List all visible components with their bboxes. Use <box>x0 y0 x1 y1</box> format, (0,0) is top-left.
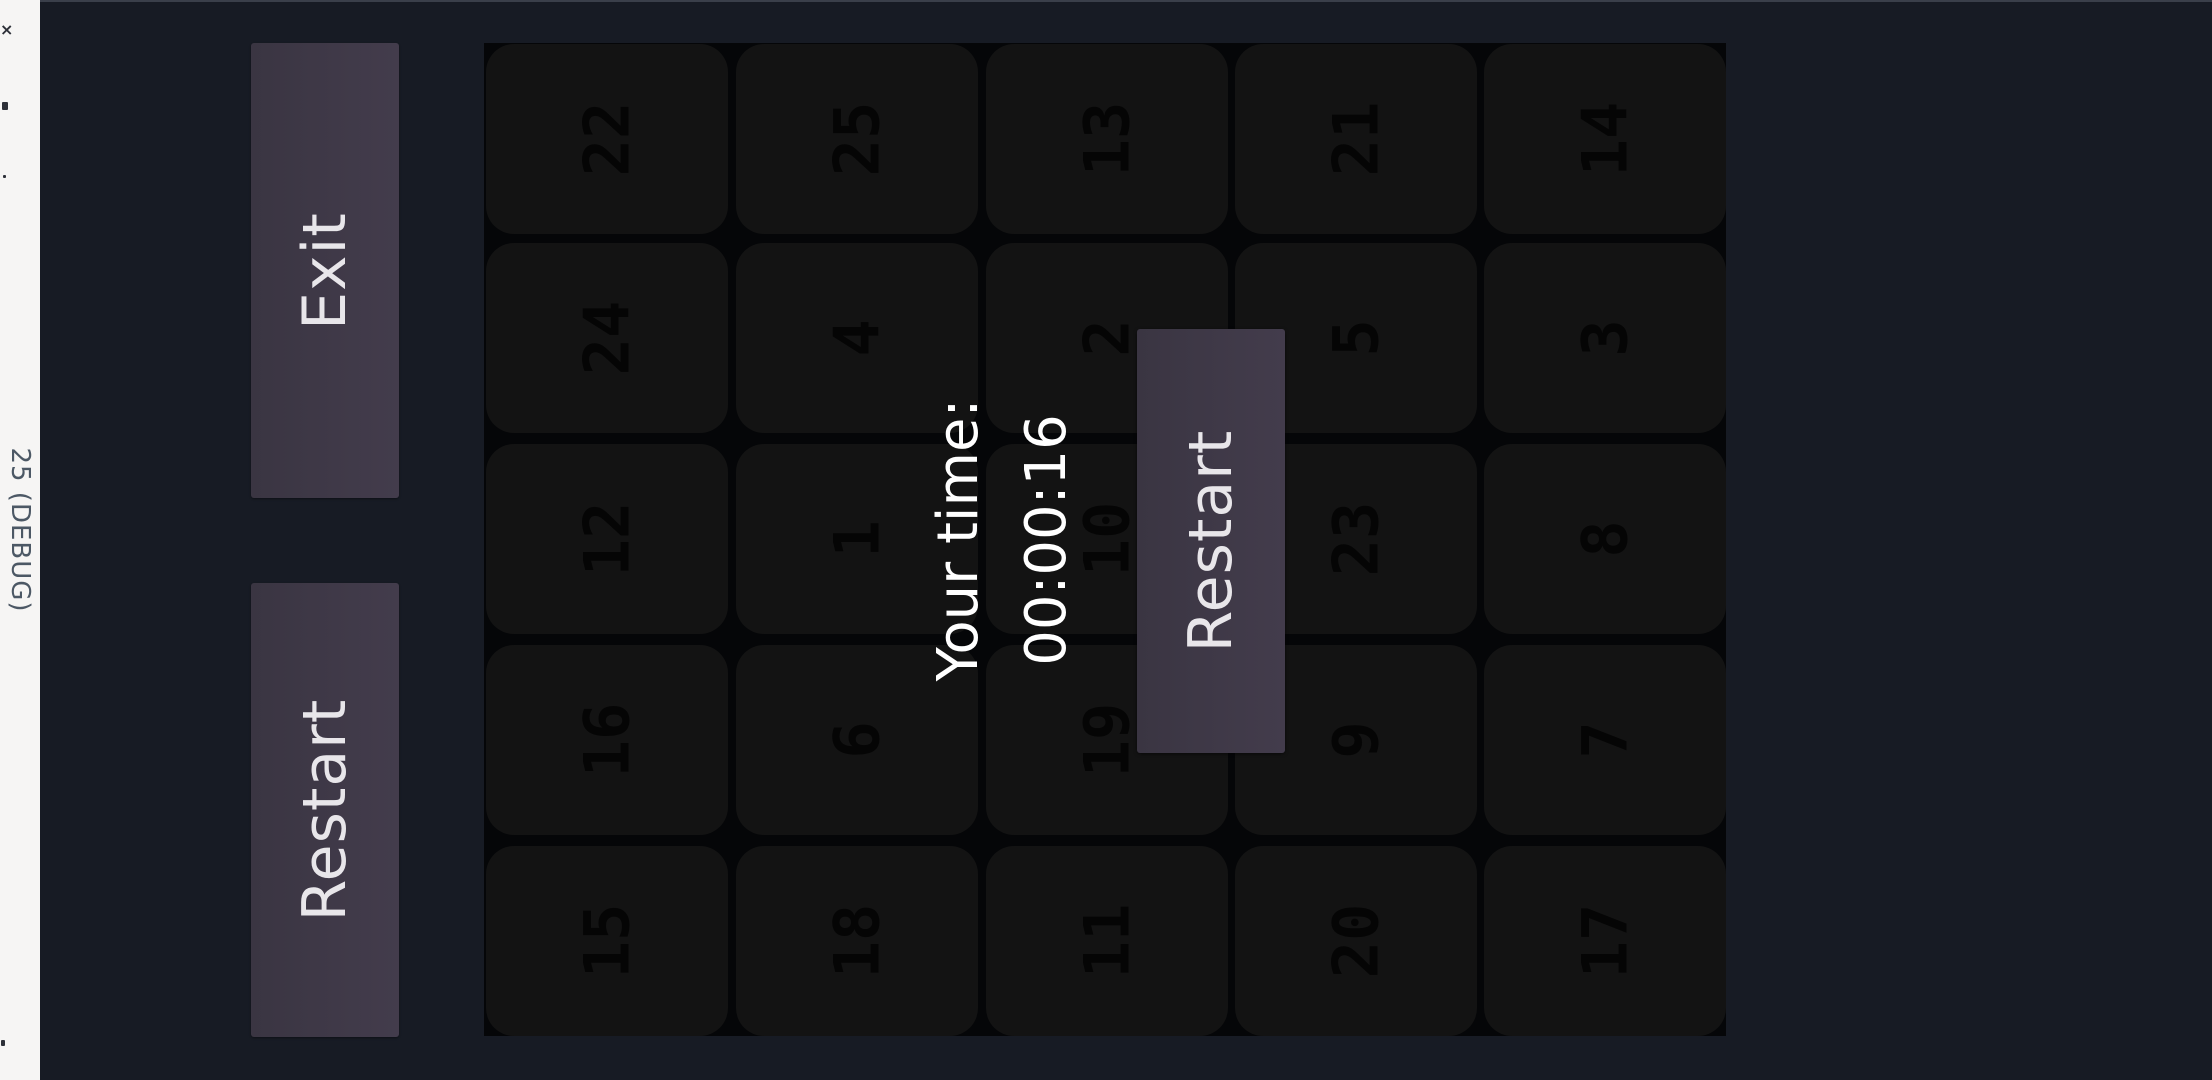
tile-number: 11 <box>1070 903 1144 979</box>
overlay-restart-button[interactable]: Restart <box>1137 329 1285 753</box>
result-title: Your time: <box>926 398 991 682</box>
tile-number: 9 <box>1319 721 1393 759</box>
puzzle-tile[interactable]: 22 <box>486 44 728 234</box>
puzzle-tile[interactable]: 20 <box>1235 846 1477 1036</box>
puzzle-tile[interactable]: 11 <box>986 846 1228 1036</box>
system-side-bar: × 25 (DEBUG) <box>0 0 40 1080</box>
tile-number: 21 <box>1319 101 1393 177</box>
tile-number: 8 <box>1568 520 1642 558</box>
tile-number: 18 <box>820 903 894 979</box>
tile-number: 6 <box>820 721 894 759</box>
restart-button-label: Restart <box>290 698 360 922</box>
tile-number: 1 <box>820 520 894 558</box>
window-title: 25 (DEBUG) <box>5 447 35 613</box>
puzzle-tile[interactable]: 17 <box>1484 846 1726 1036</box>
tile-number: 16 <box>570 702 644 778</box>
puzzle-tile[interactable]: 21 <box>1235 44 1477 234</box>
tile-number: 24 <box>570 300 644 376</box>
puzzle-tile[interactable]: 18 <box>736 846 978 1036</box>
puzzle-tile[interactable]: 16 <box>486 645 728 835</box>
tile-number: 20 <box>1319 903 1393 979</box>
puzzle-tile[interactable]: 15 <box>486 846 728 1036</box>
puzzle-board: 22 25 13 21 14 24 4 2 5 3 12 1 10 23 8 16 6 19 9 7 15 18 11 20 1… <box>484 43 1726 1036</box>
puzzle-tile[interactable]: 13 <box>986 44 1228 234</box>
tile-number: 5 <box>1319 319 1393 357</box>
status-indicator <box>1 1040 5 1046</box>
result-time: 00:00:16 <box>1014 414 1079 666</box>
tile-number: 13 <box>1070 101 1144 177</box>
puzzle-tile[interactable]: 7 <box>1484 645 1726 835</box>
exit-button[interactable]: Exit <box>251 43 399 498</box>
close-icon[interactable]: × <box>0 22 13 38</box>
tile-number: 17 <box>1568 903 1642 979</box>
tile-number: 4 <box>820 319 894 357</box>
restart-button[interactable]: Restart <box>251 583 399 1037</box>
puzzle-tile[interactable]: 12 <box>486 444 728 634</box>
tile-number: 12 <box>570 501 644 577</box>
maximize-icon[interactable] <box>2 102 8 110</box>
tile-number: 23 <box>1319 501 1393 577</box>
tile-number: 14 <box>1568 101 1642 177</box>
tile-number: 22 <box>570 101 644 177</box>
tile-number: 19 <box>1070 702 1144 778</box>
minimize-icon[interactable] <box>3 175 6 178</box>
puzzle-tile[interactable]: 3 <box>1484 243 1726 433</box>
puzzle-tile[interactable]: 24 <box>486 243 728 433</box>
tile-number: 15 <box>570 903 644 979</box>
tile-number: 3 <box>1568 319 1642 357</box>
tile-number: 7 <box>1568 721 1642 759</box>
tile-number: 2 <box>1070 319 1144 357</box>
window-frame <box>40 0 2212 2</box>
puzzle-tile[interactable]: 8 <box>1484 444 1726 634</box>
tile-number: 25 <box>820 101 894 177</box>
exit-button-label: Exit <box>290 211 360 330</box>
result-message: Your time: 00:00:16 <box>915 399 1091 682</box>
puzzle-tile[interactable]: 25 <box>736 44 978 234</box>
game-screen: × 25 (DEBUG) Exit Restart 22 25 13 21 14 24 4 2… <box>0 0 2212 1080</box>
overlay-restart-button-label: Restart <box>1176 429 1246 653</box>
puzzle-tile[interactable]: 14 <box>1484 44 1726 234</box>
